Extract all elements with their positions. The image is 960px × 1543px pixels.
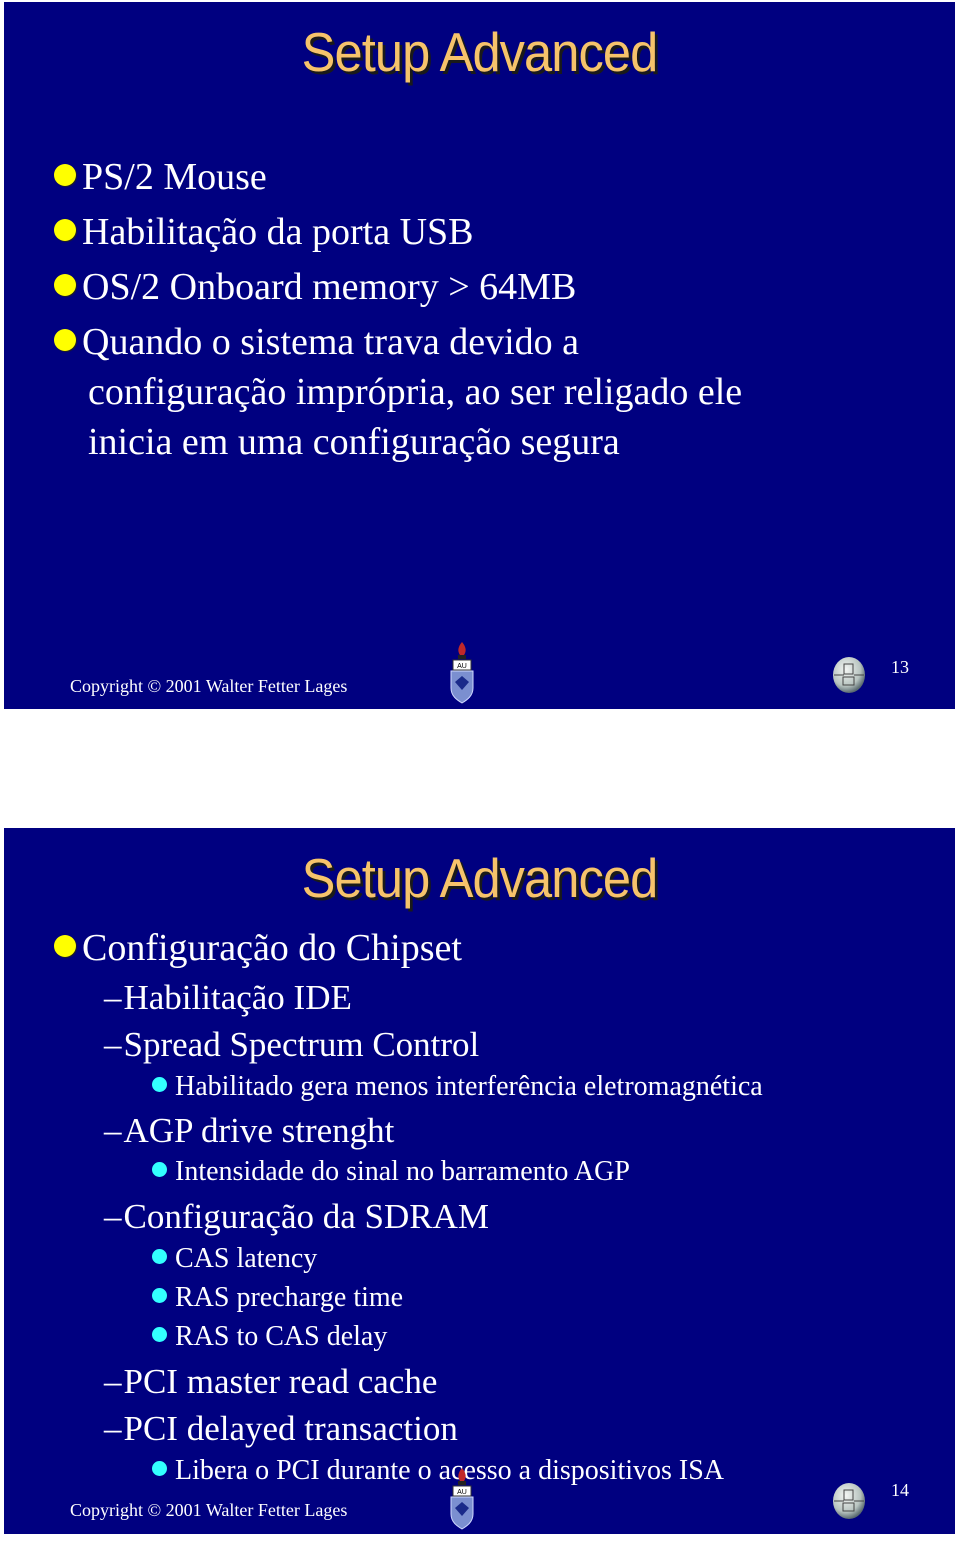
dash-bullet-icon: – <box>104 1025 122 1064</box>
bullet-item-level2: –Spread Spectrum Control <box>104 1025 480 1064</box>
bullet-item-level3: RAS to CAS delay <box>152 1323 387 1351</box>
dash-bullet-icon: – <box>104 1362 122 1401</box>
bullet-continuation: inicia em uma configuração segura <box>88 421 620 463</box>
dash-bullet-icon: – <box>104 978 122 1017</box>
university-crest-icon: AU <box>450 642 474 704</box>
university-crest-icon: AU <box>450 1468 474 1530</box>
bullet-item-level2: –AGP drive strenght <box>104 1111 395 1150</box>
cyan-bullet-icon <box>152 1461 167 1476</box>
bullet-item-level3: CAS latency <box>152 1245 317 1273</box>
cyan-bullet-icon <box>152 1249 167 1264</box>
cyan-bullet-icon <box>152 1327 167 1342</box>
bullet-item-level2: –PCI master read cache <box>104 1362 438 1401</box>
bullet-item-level1: Configuração do Chipset <box>54 929 462 967</box>
dash-bullet-icon: – <box>104 1197 122 1236</box>
slide-title: Setup Advanced <box>301 21 659 83</box>
yellow-bullet-icon <box>54 935 76 957</box>
copyright-footer: Copyright © 2001 Walter Fetter Lages <box>70 676 348 696</box>
cyan-bullet-icon <box>152 1077 167 1092</box>
bullet-item: Quando o sistema trava devido a <box>54 323 579 361</box>
bullet-item-level3: Libera o PCI durante o acesso a disposit… <box>152 1457 724 1485</box>
slide-number: 14 <box>891 1480 909 1500</box>
dash-bullet-icon: – <box>104 1409 122 1448</box>
bullet-continuation: configuração imprópria, ao ser religado … <box>88 371 743 413</box>
yellow-bullet-icon <box>54 219 76 241</box>
bullet-item: PS/2 Mouse <box>54 158 267 196</box>
bullet-item: OS/2 Onboard memory > 64MB <box>54 268 576 306</box>
svg-text:AU: AU <box>457 1489 467 1496</box>
globe-logo-icon <box>833 1483 865 1519</box>
slide-title: Setup Advanced <box>301 847 659 909</box>
bullet-item: Habilitação da porta USB <box>54 213 474 251</box>
globe-logo-icon <box>833 657 865 693</box>
svg-text:AU: AU <box>457 663 467 670</box>
bullet-item-level3: Intensidade do sinal no barramento AGP <box>152 1158 630 1186</box>
bullet-item-level2: –PCI delayed transaction <box>104 1409 458 1448</box>
cyan-bullet-icon <box>152 1162 167 1177</box>
slide-13: Setup Advanced PS/2 Mouse Habilitação da… <box>4 2 955 709</box>
copyright-footer: Copyright © 2001 Walter Fetter Lages <box>70 1500 348 1520</box>
bullet-item-level3: RAS precharge time <box>152 1284 403 1312</box>
yellow-bullet-icon <box>54 164 76 186</box>
bullet-item-level2: –Configuração da SDRAM <box>104 1197 490 1236</box>
bullet-item-level3: Habilitado gera menos interferência elet… <box>152 1073 763 1101</box>
slide-number: 13 <box>891 657 909 677</box>
yellow-bullet-icon <box>54 329 76 351</box>
dash-bullet-icon: – <box>104 1111 122 1150</box>
cyan-bullet-icon <box>152 1288 167 1303</box>
slide-14: Setup Advanced Configuração do Chipset –… <box>4 828 955 1534</box>
bullet-item-level2: –Habilitação IDE <box>104 978 352 1017</box>
yellow-bullet-icon <box>54 274 76 296</box>
